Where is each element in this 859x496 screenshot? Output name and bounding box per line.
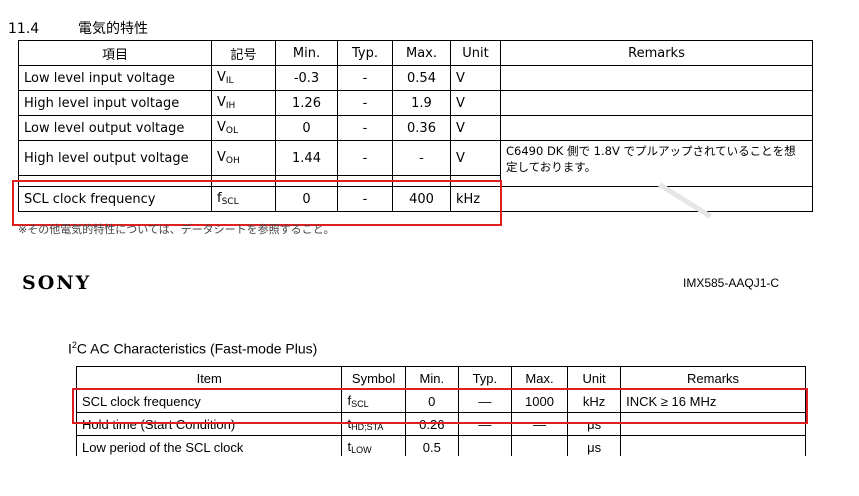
cell-symbol: VIL xyxy=(211,65,276,91)
cell-unit: V xyxy=(450,115,501,141)
cell-max: - xyxy=(392,140,451,176)
cell-symbol: VIH xyxy=(211,90,276,116)
header-item: 項目 xyxy=(18,40,212,66)
cell-min: -0.3 xyxy=(275,65,338,91)
header-unit: Unit xyxy=(450,40,501,66)
table-row: High level output voltage VOH 1.44 - - V… xyxy=(18,140,813,187)
cell-max: 0.36 xyxy=(392,115,451,141)
page-crop-edge xyxy=(0,456,859,496)
footnote: ※その他電気的特性については、データシートを参照すること。 xyxy=(18,223,335,236)
section-number: 11.4 xyxy=(8,21,40,37)
cell-item: High level output voltage xyxy=(18,140,212,176)
header-typ: Typ. xyxy=(337,40,393,66)
header-remarks: Remarks xyxy=(500,40,813,66)
cell-min: 0 xyxy=(275,115,338,141)
cell-typ: - xyxy=(337,90,393,116)
header-min: Min. xyxy=(404,366,459,390)
header-item: Item xyxy=(75,366,343,390)
sony-logo: SONY xyxy=(22,272,92,294)
cell-remarks xyxy=(500,65,813,91)
cell-symbol: VOL xyxy=(211,115,276,141)
table-row: Low level output voltage VOL 0 - 0.36 V xyxy=(18,115,813,141)
highlight-box-scl-400khz xyxy=(12,180,502,226)
cell-max: 0.54 xyxy=(392,65,451,91)
section-heading: 11.4 電気的特性 xyxy=(8,18,148,38)
table-subtitle: I2C AC Characteristics (Fast-mode Plus) xyxy=(68,340,318,357)
cell-typ: - xyxy=(337,140,393,176)
header-max: Max. xyxy=(392,40,451,66)
section-title: 電気的特性 xyxy=(78,21,148,37)
header-typ: Typ. xyxy=(457,366,512,390)
header-max: Max. xyxy=(510,366,569,390)
cell-remarks: C6490 DK 側で 1.8V でプルアップされていることを想定しております。 xyxy=(500,140,813,187)
cell-min: 1.44 xyxy=(275,140,338,176)
cell-unit: V xyxy=(450,140,501,176)
header-symbol: Symbol xyxy=(341,366,406,390)
cell-typ: - xyxy=(337,115,393,141)
header-remarks: Remarks xyxy=(620,366,806,390)
header-symbol: 記号 xyxy=(211,40,276,66)
cell-typ: - xyxy=(337,65,393,91)
cell-unit: V xyxy=(450,65,501,91)
header-unit: Unit xyxy=(567,366,622,390)
cell-item: Low level output voltage xyxy=(18,115,212,141)
table-header-row: Item Symbol Min. Typ. Max. Unit Remarks xyxy=(75,366,806,390)
header-min: Min. xyxy=(275,40,338,66)
cell-item: Low level input voltage xyxy=(18,65,212,91)
cell-remarks xyxy=(500,115,813,141)
cell-remarks xyxy=(500,90,813,116)
table-row: Low level input voltage VIL -0.3 - 0.54 … xyxy=(18,65,813,91)
document-number: IMX585-AAQJ1-C xyxy=(683,276,780,290)
highlight-box-scl-1000khz xyxy=(72,388,808,424)
table-header-row: 項目 記号 Min. Typ. Max. Unit Remarks xyxy=(18,40,813,66)
cell-unit: V xyxy=(450,90,501,116)
cell-remarks xyxy=(500,186,813,212)
cell-symbol: VOH xyxy=(211,140,276,176)
cell-max: 1.9 xyxy=(392,90,451,116)
table-row: High level input voltage VIH 1.26 - 1.9 … xyxy=(18,90,813,116)
cell-min: 1.26 xyxy=(275,90,338,116)
cell-item: High level input voltage xyxy=(18,90,212,116)
